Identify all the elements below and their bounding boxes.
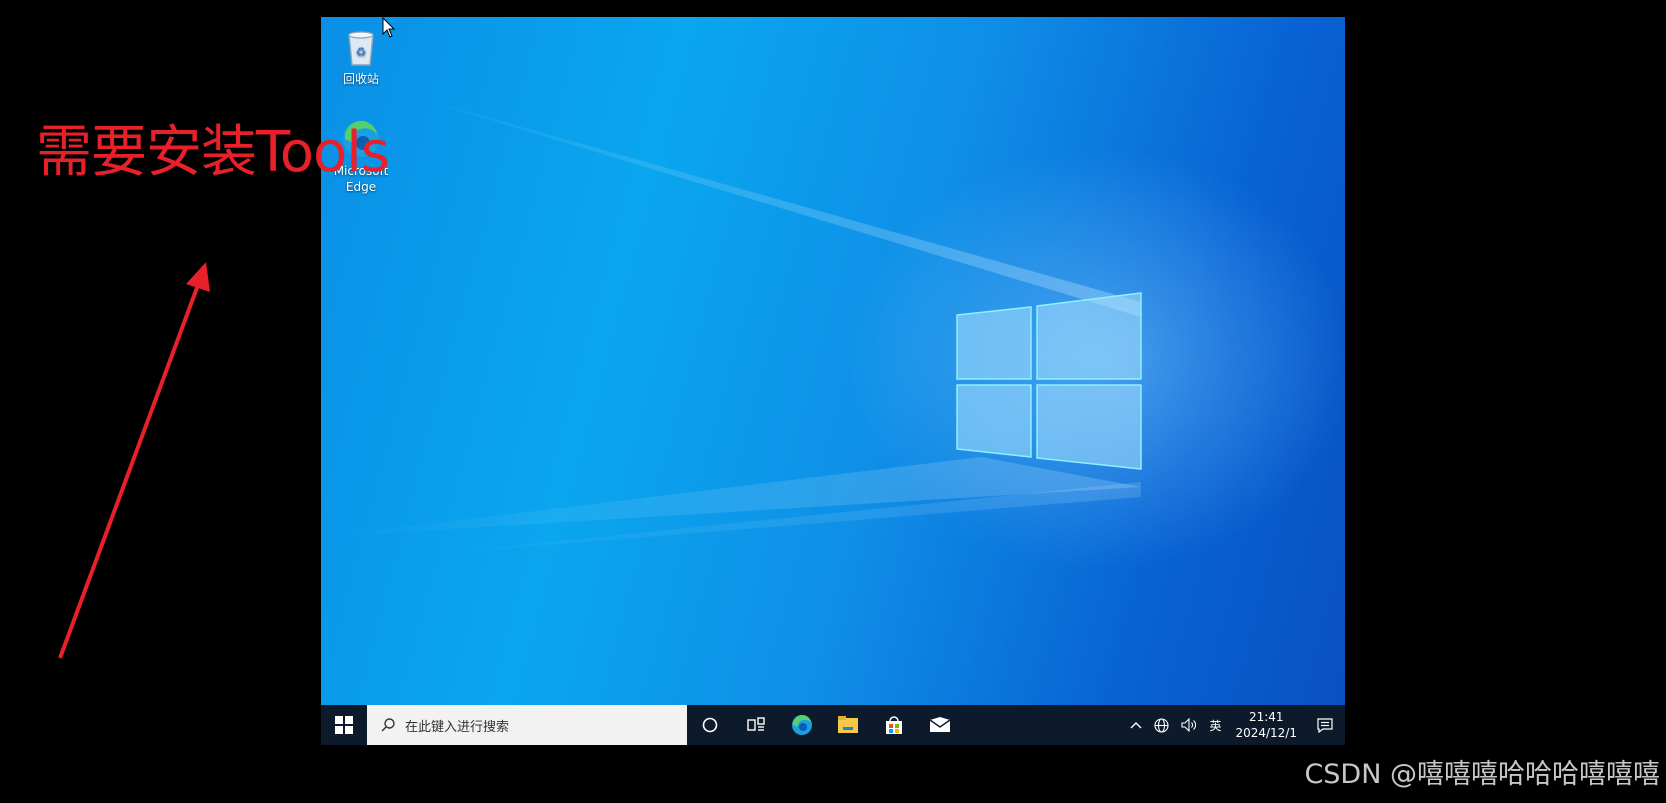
clock-time: 21:41 [1248, 710, 1284, 724]
search-box[interactable]: 在此键入进行搜索 [367, 705, 687, 745]
desktop: ♻ 回收站 Microsoft Edge 在此键入进行搜索 英 21:41 20… [321, 17, 1345, 745]
network-button[interactable] [1148, 717, 1175, 733]
task-view-icon [747, 717, 765, 731]
store-icon [886, 716, 902, 734]
clock[interactable]: 21:41 2024/12/1 [1227, 709, 1305, 741]
taskbar-edge-button[interactable] [779, 705, 825, 745]
chevron-up-icon [1130, 722, 1142, 729]
globe-icon [1154, 717, 1170, 733]
annotation-arrow [58, 262, 210, 659]
wallpaper-beams [321, 87, 1142, 557]
cortana-button[interactable] [687, 705, 733, 745]
speaker-icon [1181, 718, 1197, 732]
file-explorer-icon [838, 716, 858, 733]
search-placeholder: 在此键入进行搜索 [405, 719, 510, 735]
watermark: CSDN @嘻嘻嘻哈哈哈嘻嘻嘻 [1304, 759, 1660, 790]
notification-icon [1317, 717, 1333, 733]
system-tray: 英 21:41 2024/12/1 [1124, 705, 1345, 745]
action-center-button[interactable] [1305, 717, 1345, 733]
svg-text:♻: ♻ [356, 45, 367, 59]
store-button[interactable] [871, 705, 917, 745]
search-icon [381, 718, 395, 732]
task-view-button[interactable] [733, 705, 779, 745]
file-explorer-button[interactable] [825, 705, 871, 745]
start-button[interactable] [321, 705, 367, 745]
mail-button[interactable] [917, 705, 963, 745]
mail-icon [929, 717, 951, 732]
input-method-button[interactable]: 英 [1203, 717, 1227, 734]
cortana-icon [702, 717, 718, 733]
windows-logo [956, 292, 1142, 470]
show-hidden-icons-button[interactable] [1124, 721, 1148, 729]
recycle-bin-icon: ♻ [348, 31, 374, 66]
taskbar: 在此键入进行搜索 英 21:41 2024/12/1 [321, 705, 1345, 745]
windows-start-icon [335, 716, 353, 734]
annotation-text: 需要安装Tools [36, 120, 390, 185]
edge-icon [792, 714, 812, 735]
desktop-icon-label: 回收站 [342, 72, 379, 86]
mouse-cursor-icon [382, 17, 396, 38]
volume-button[interactable] [1175, 718, 1203, 732]
clock-date: 2024/12/1 [1235, 726, 1297, 740]
